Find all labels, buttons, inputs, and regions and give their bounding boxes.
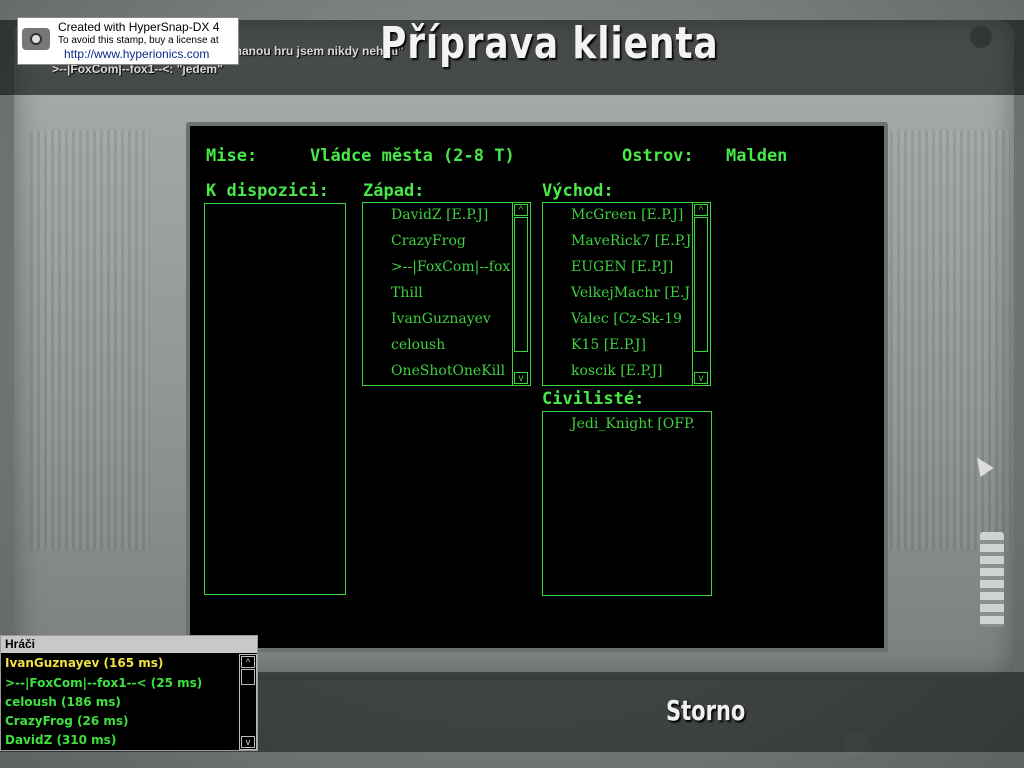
scroll-up-icon[interactable]: ^ xyxy=(514,204,528,216)
scroll-down-icon[interactable]: v xyxy=(514,372,528,384)
camera-icon xyxy=(22,28,50,50)
list-item[interactable]: >--|FoxCom|--fox xyxy=(391,259,510,275)
west-list[interactable]: DavidZ [E.P.J] CrazyFrog >--|FoxCom|--fo… xyxy=(362,202,531,386)
side-switch xyxy=(980,532,1004,627)
mission-value: Vládce města (2-8 T) xyxy=(310,146,515,166)
list-item[interactable]: EUGEN [E.P.J] xyxy=(571,259,673,275)
civilians-list[interactable]: Jedi_Knight [OFP. xyxy=(542,411,712,596)
list-item[interactable]: IvanGuznayev xyxy=(391,311,491,327)
list-item[interactable]: MaveRick7 [E.P.J xyxy=(571,233,691,249)
stamp-line: Created with HyperSnap-DX 4 xyxy=(58,20,220,34)
list-item[interactable]: CrazyFrog xyxy=(391,233,466,249)
stamp-line: To avoid this stamp, buy a license at xyxy=(58,35,219,46)
list-item[interactable]: koscik [E.P.J] xyxy=(571,363,663,379)
east-scrollbar[interactable]: ^ v xyxy=(692,203,710,385)
player-row[interactable]: celoush (186 ms) xyxy=(5,695,121,709)
scroll-down-icon[interactable]: v xyxy=(694,372,708,384)
list-item[interactable]: K15 [E.P.J] xyxy=(571,337,646,353)
east-label: Východ: xyxy=(542,181,614,201)
scroll-up-icon[interactable]: ^ xyxy=(694,204,708,216)
scroll-down-icon[interactable]: v xyxy=(241,736,255,748)
island-value: Malden xyxy=(726,146,788,166)
list-item[interactable]: Thill xyxy=(391,285,423,301)
available-label: K dispozici: xyxy=(206,181,329,201)
player-row[interactable]: >--|FoxCom|--fox1--< (25 ms) xyxy=(5,676,202,690)
west-label: Západ: xyxy=(363,181,425,201)
player-row[interactable]: DavidZ (310 ms) xyxy=(5,733,116,747)
scroll-up-icon[interactable]: ^ xyxy=(241,656,255,668)
west-scrollbar[interactable]: ^ v xyxy=(512,203,530,385)
scroll-thumb[interactable] xyxy=(694,217,708,352)
list-item[interactable]: McGreen [E.P.J] xyxy=(571,207,683,223)
list-item[interactable]: celoush xyxy=(391,337,445,353)
mission-label: Mise: xyxy=(206,146,258,166)
players-panel: Hráči IvanGuznayev (165 ms) >--|FoxCom|-… xyxy=(0,635,258,751)
list-item[interactable]: VelkejMachr [E.J xyxy=(571,285,690,301)
stamp-link[interactable]: http://www.hyperionics.com xyxy=(64,47,209,61)
players-scrollbar[interactable]: ^ v xyxy=(239,654,257,750)
list-item[interactable]: OneShotOneKill xyxy=(391,363,505,379)
scroll-thumb[interactable] xyxy=(241,669,255,685)
player-row[interactable]: IvanGuznayev (165 ms) xyxy=(5,656,163,670)
civilians-label: Civilisté: xyxy=(542,389,645,409)
vent-left xyxy=(30,130,150,550)
watermark-stamp: Created with HyperSnap-DX 4 To avoid thi… xyxy=(17,17,239,65)
page-title: Příprava klienta xyxy=(380,18,719,69)
storno-button[interactable]: Storno xyxy=(666,694,745,727)
scroll-thumb[interactable] xyxy=(514,217,528,352)
east-list[interactable]: McGreen [E.P.J] MaveRick7 [E.P.J EUGEN [… xyxy=(542,202,711,386)
laptop-screen: Mise: Vládce města (2-8 T) Ostrov: Malde… xyxy=(186,122,888,652)
list-item[interactable]: Jedi_Knight [OFP. xyxy=(571,416,695,432)
list-item[interactable]: DavidZ [E.P.J] xyxy=(391,207,488,223)
vent-right xyxy=(890,130,1010,550)
available-list[interactable] xyxy=(204,203,346,595)
island-label: Ostrov: xyxy=(622,146,694,166)
player-row[interactable]: CrazyFrog (26 ms) xyxy=(5,714,128,728)
list-item[interactable]: Valec [Cz-Sk-19 xyxy=(571,311,682,327)
players-header: Hráči xyxy=(1,636,257,653)
